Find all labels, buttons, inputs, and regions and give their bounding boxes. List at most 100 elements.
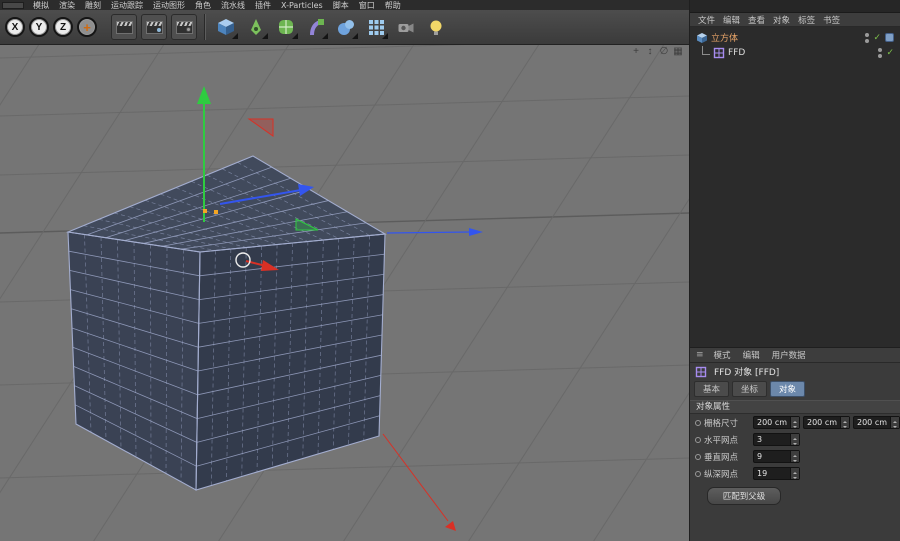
- render-settings-button[interactable]: [171, 14, 197, 40]
- object-manager: 立方体 ✓ FFD ✓: [690, 27, 900, 347]
- menu-item-help[interactable]: 帮助: [380, 1, 406, 10]
- coordinate-system-button[interactable]: +: [77, 17, 97, 37]
- viewport[interactable]: + ↕ ∅ ▦: [0, 45, 689, 541]
- stepper[interactable]: [790, 468, 799, 479]
- om-menu-bookmarks[interactable]: 书签: [819, 14, 844, 26]
- light-icon: [430, 20, 442, 35]
- visibility-toggles[interactable]: [865, 32, 870, 43]
- add-spline-pen-button[interactable]: [243, 14, 269, 40]
- stepper[interactable]: [790, 434, 799, 445]
- prop-label: 水平网点: [704, 435, 739, 446]
- object-name-cube[interactable]: 立方体: [711, 31, 738, 44]
- depth-points-field[interactable]: 19: [753, 467, 800, 480]
- stepper[interactable]: [790, 417, 799, 428]
- rotate-view-icon[interactable]: ∅: [658, 46, 670, 58]
- am-tab-user-data[interactable]: 用户数据: [767, 349, 811, 361]
- section-tab-object[interactable]: 对象: [770, 380, 806, 397]
- ffd-icon: [695, 366, 707, 378]
- menu-item-plugins[interactable]: 插件: [250, 1, 276, 10]
- om-menu-edit[interactable]: 编辑: [719, 14, 744, 26]
- menu-item-simulate[interactable]: 模拟: [28, 1, 54, 10]
- prop-row-vertical-points: 垂直网点 9: [690, 448, 900, 465]
- grid-size-y-field[interactable]: 200 cm: [803, 416, 850, 429]
- depth-points-value: 19: [757, 469, 768, 478]
- grid-size-z-field[interactable]: 200 cm: [853, 416, 900, 429]
- viewport-canvas: [0, 45, 689, 541]
- section-tab-coordinates[interactable]: 坐标: [732, 380, 768, 397]
- right-dock: 文件 编辑 查看 对象 标签 书签 立方体 ✓ FFD ✓ ≡ 模式 编辑 用户…: [689, 0, 900, 541]
- om-menu-file[interactable]: 文件: [694, 14, 719, 26]
- grid-size-z-value: 200 cm: [857, 418, 888, 427]
- render-icon: [115, 20, 133, 34]
- add-camera-button[interactable]: [393, 14, 419, 40]
- grid-size-x-field[interactable]: 200 cm: [753, 416, 800, 429]
- object-row-cube[interactable]: 立方体 ✓: [690, 30, 900, 45]
- prop-row-horizontal-points: 水平网点 3: [690, 431, 900, 448]
- pan-view-icon[interactable]: +: [630, 46, 642, 58]
- vertical-points-field[interactable]: 9: [753, 450, 800, 463]
- am-object-header: FFD 对象 [FFD]: [690, 363, 900, 380]
- object-manager-menu: 文件 编辑 查看 对象 标签 书签: [690, 13, 900, 27]
- add-cube-button[interactable]: [213, 14, 239, 40]
- enable-checkmark[interactable]: ✓: [886, 48, 894, 58]
- menu-item-motion-tracker[interactable]: 运动跟踪: [106, 1, 148, 10]
- stepper[interactable]: [840, 417, 849, 428]
- menu-item-script[interactable]: 脚本: [328, 1, 354, 10]
- prop-row-depth-points: 纵深网点 19: [690, 465, 900, 482]
- ffd-object-icon: [713, 47, 725, 59]
- menu-item-character[interactable]: 角色: [190, 1, 216, 10]
- camera-icon: [398, 23, 414, 33]
- add-volume-button[interactable]: [333, 14, 359, 40]
- menu-item-pipeline[interactable]: 流水线: [216, 1, 250, 10]
- add-mograph-cloner-button[interactable]: [363, 14, 389, 40]
- menu-bar: 模拟 渲染 雕刻 运动跟踪 运动图形 角色 流水线 插件 X-Particles…: [0, 0, 689, 10]
- menu-item-window[interactable]: 窗口: [354, 1, 380, 10]
- phong-tag-icon[interactable]: [885, 33, 894, 42]
- render-to-picture-viewer-button[interactable]: [141, 14, 167, 40]
- am-tab-mode[interactable]: 模式: [709, 349, 736, 361]
- add-deformer-button[interactable]: [303, 14, 329, 40]
- menu-item-render[interactable]: 渲染: [54, 1, 80, 10]
- om-menu-tags[interactable]: 标签: [794, 14, 819, 26]
- object-name-ffd[interactable]: FFD: [728, 48, 745, 58]
- lock-z-axis-button[interactable]: Z: [53, 17, 73, 37]
- add-light-button[interactable]: [423, 14, 449, 40]
- zoom-view-icon[interactable]: ↕: [644, 46, 656, 58]
- hamburger-icon[interactable]: ≡: [693, 350, 707, 360]
- am-object-title: FFD 对象 [FFD]: [714, 368, 780, 378]
- render-picture-viewer-icon: [145, 20, 163, 34]
- keyframe-dot[interactable]: [695, 419, 701, 426]
- add-subdivision-surface-button[interactable]: [273, 14, 299, 40]
- om-menu-view[interactable]: 查看: [744, 14, 769, 26]
- menu-item-x-particles[interactable]: X-Particles: [276, 1, 328, 10]
- grid-size-x-value: 200 cm: [757, 418, 788, 427]
- menu-item-sculpt[interactable]: 雕刻: [80, 1, 106, 10]
- subdivision-surface-icon: [279, 20, 293, 34]
- section-tab-basic[interactable]: 基本: [694, 380, 730, 397]
- keyframe-dot[interactable]: [695, 470, 701, 477]
- menu-item-mograph[interactable]: 运动图形: [148, 1, 190, 10]
- toggle-view-icon[interactable]: ▦: [672, 46, 684, 58]
- stepper[interactable]: [890, 417, 899, 428]
- prop-label: 垂直网点: [704, 452, 739, 463]
- group-header-object-properties[interactable]: 对象属性: [690, 400, 900, 414]
- coordinate-axes-icon: +: [83, 19, 91, 35]
- enable-checkmark[interactable]: ✓: [873, 33, 881, 43]
- stepper[interactable]: [790, 451, 799, 462]
- attribute-manager-tabs: ≡ 模式 编辑 用户数据: [690, 348, 900, 363]
- panel-titlebar: [690, 0, 900, 13]
- om-menu-objects[interactable]: 对象: [769, 14, 794, 26]
- lock-y-axis-button[interactable]: Y: [29, 17, 49, 37]
- visibility-toggles[interactable]: [878, 47, 883, 58]
- match-to-parent-button[interactable]: 匹配到父级: [707, 487, 781, 505]
- am-tab-edit[interactable]: 编辑: [738, 349, 765, 361]
- render-view-button[interactable]: [111, 14, 137, 40]
- keyframe-dot[interactable]: [695, 436, 701, 443]
- hierarchy-elbow: [702, 45, 710, 55]
- object-row-ffd[interactable]: FFD ✓: [690, 45, 900, 60]
- horizontal-points-field[interactable]: 3: [753, 433, 800, 446]
- deformer-icon: [310, 19, 324, 36]
- keyframe-dot[interactable]: [695, 453, 701, 460]
- mograph-cloner-icon: [369, 20, 384, 35]
- lock-x-axis-button[interactable]: X: [5, 17, 25, 37]
